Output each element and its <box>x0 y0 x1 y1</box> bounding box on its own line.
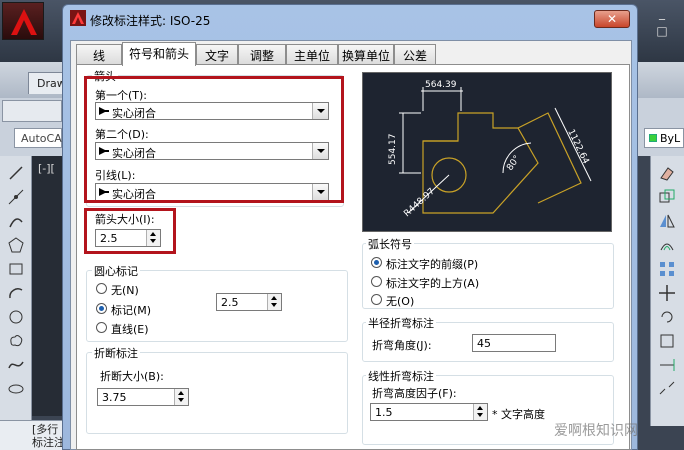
watermark: 爱啊根知识网 <box>554 423 638 439</box>
arc-icon[interactable] <box>7 284 25 302</box>
tab-fit[interactable]: 调整 <box>238 44 286 64</box>
modify-toolbar <box>650 156 684 426</box>
jog-angle-label: 折弯角度(J): <box>372 339 432 352</box>
dimension-preview: 564.39 554.17 1122.64 80° R448.97 <box>362 72 612 232</box>
arc-above-label[interactable]: 标注文字的上方(A) <box>386 275 479 291</box>
draw-toolbar <box>0 156 32 426</box>
center-none-radio[interactable] <box>96 283 107 294</box>
command-line[interactable]: [多行 标注注 <box>0 420 70 450</box>
dialog-title: 修改标注样式: ISO-25 <box>90 14 211 28</box>
viewport-label[interactable]: [-][ <box>38 162 55 175</box>
polygon-icon[interactable] <box>7 236 25 254</box>
ellipse-icon[interactable] <box>7 380 25 398</box>
arc-prefix-label[interactable]: 标注文字的前缀(P) <box>386 256 478 272</box>
break-size-label: 折断大小(B): <box>100 370 164 383</box>
dialog-close-button[interactable]: ✕ <box>594 10 630 28</box>
quick-access-toolbar[interactable] <box>2 100 62 122</box>
center-mark-label[interactable]: 标记(M) <box>111 302 151 318</box>
preview-dim-radius: R448.97 <box>402 187 437 220</box>
tab-tolerances[interactable]: 公差 <box>394 44 436 64</box>
center-mark-radio[interactable] <box>96 303 107 314</box>
arrows-highlight-box <box>84 76 344 203</box>
preview-dim-left: 554.17 <box>388 134 398 166</box>
rectangle-icon[interactable] <box>7 260 25 278</box>
center-none-label[interactable]: 无(N) <box>111 282 139 298</box>
layer-color-swatch <box>649 134 657 142</box>
offset-icon[interactable] <box>658 236 676 254</box>
circle-icon[interactable] <box>7 308 25 326</box>
linear-jog-group-label: 线性折弯标注 <box>366 368 436 384</box>
tab-alternate-units[interactable]: 换算单位 <box>338 44 394 64</box>
arrow-size-highlight-box <box>84 208 176 254</box>
extend-icon[interactable] <box>658 356 676 374</box>
center-line-label[interactable]: 直线(E) <box>111 321 149 337</box>
jog-height-factor-value: 1.5 <box>375 406 393 419</box>
jog-height-factor-label: 折弯高度因子(F): <box>372 387 457 400</box>
spin-up-icon[interactable] <box>178 391 184 395</box>
workspace-combo[interactable]: AutoCA <box>14 128 62 148</box>
radius-jog-group-label: 半径折弯标注 <box>366 315 436 331</box>
tab-primary-units[interactable]: 主单位 <box>286 44 338 64</box>
center-marks-group-label: 圆心标记 <box>92 263 140 279</box>
move-icon[interactable] <box>658 284 676 302</box>
preview-dim-right: 1122.64 <box>565 128 590 166</box>
jog-height-factor-spinner[interactable]: 1.5 <box>370 403 488 421</box>
erase-icon[interactable] <box>658 164 676 182</box>
mirror-icon[interactable] <box>658 212 676 230</box>
revcloud-icon[interactable] <box>7 332 25 350</box>
line-tool-icon[interactable] <box>7 164 25 182</box>
spin-down-icon[interactable] <box>178 398 184 402</box>
spinner-buttons[interactable] <box>267 294 281 310</box>
trim-icon[interactable] <box>658 332 676 350</box>
bylayer-label: ByL <box>660 132 681 145</box>
center-mark-size-spinner[interactable]: 2.5 <box>216 293 282 311</box>
center-line-radio[interactable] <box>96 322 107 333</box>
spinner-buttons[interactable] <box>174 389 188 405</box>
spline-icon[interactable] <box>7 356 25 374</box>
break-icon[interactable] <box>658 380 676 398</box>
arc-above-radio[interactable] <box>371 276 382 287</box>
arc-length-group-label: 弧长符号 <box>366 236 414 252</box>
polyline-icon[interactable] <box>7 212 25 230</box>
drawing-tab[interactable]: Draw <box>28 72 66 94</box>
construction-line-icon[interactable] <box>7 188 25 206</box>
autocad-logo-icon <box>11 9 37 35</box>
jog-angle-input[interactable]: 45 <box>472 334 556 352</box>
center-mark-size-value: 2.5 <box>221 296 239 309</box>
autocad-menu-button[interactable] <box>2 2 44 40</box>
break-size-value: 3.75 <box>102 391 127 404</box>
array-icon[interactable] <box>658 260 676 278</box>
arc-none-radio[interactable] <box>371 294 382 305</box>
spin-up-icon[interactable] <box>271 296 277 300</box>
copy-icon[interactable] <box>658 188 676 206</box>
dialog-app-icon <box>70 10 86 26</box>
spin-down-icon[interactable] <box>477 413 483 417</box>
bylayer-combo[interactable]: ByL <box>644 128 684 148</box>
drawing-canvas[interactable] <box>32 156 64 416</box>
spinner-buttons[interactable] <box>473 404 487 420</box>
preview-dim-top: 564.39 <box>425 80 457 90</box>
break-size-spinner[interactable]: 3.75 <box>97 388 189 406</box>
tab-lines[interactable]: 线 <box>76 44 122 64</box>
preview-drawing: 564.39 554.17 1122.64 80° R448.97 <box>388 80 592 220</box>
arc-none-label[interactable]: 无(O) <box>386 293 414 309</box>
arc-prefix-radio[interactable] <box>371 257 382 268</box>
tab-text[interactable]: 文字 <box>196 44 238 64</box>
text-height-suffix: * 文字高度 <box>492 408 545 421</box>
spin-down-icon[interactable] <box>271 303 277 307</box>
tab-symbols-arrows[interactable]: 符号和箭头 <box>122 42 196 66</box>
autocad-window-controls[interactable]: _ □ <box>640 4 684 44</box>
rotate-icon[interactable] <box>658 308 676 326</box>
dimension-break-group-label: 折断标注 <box>92 345 140 361</box>
spin-up-icon[interactable] <box>477 406 483 410</box>
